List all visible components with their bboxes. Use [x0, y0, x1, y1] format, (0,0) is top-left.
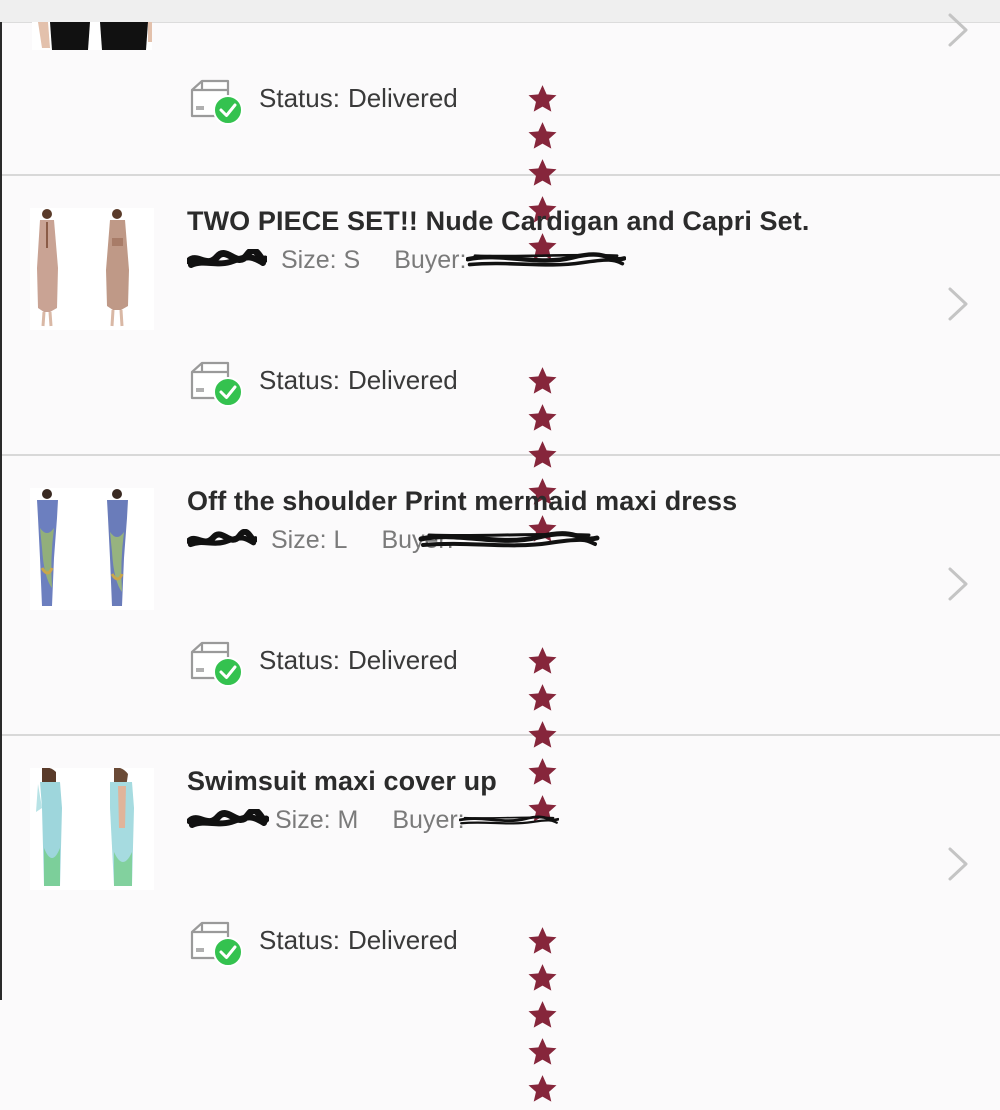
item-size: Size: L [271, 526, 348, 554]
delivered-box-icon [188, 78, 244, 126]
star-icon [526, 1073, 559, 1105]
star-icon [526, 925, 559, 957]
redacted-buyer [414, 529, 604, 553]
item-size: Size: S [281, 246, 361, 274]
order-row[interactable]: Off the shoulder Print mermaid maxi dres… [2, 456, 1000, 736]
status-label: Status: [259, 365, 340, 395]
product-thumbnail [30, 208, 154, 330]
status-value: Delivered [347, 925, 458, 955]
redacted-price [187, 809, 269, 833]
buyer-label: Buyer: [394, 246, 467, 274]
product-thumbnail [30, 488, 154, 610]
delivered-box-icon [188, 640, 244, 688]
redacted-buyer [466, 249, 626, 273]
star-icon [526, 962, 559, 994]
star-icon [526, 120, 559, 152]
star-icon [526, 402, 559, 434]
chevron-right-icon[interactable] [946, 846, 970, 882]
star-icon [526, 682, 559, 714]
star-icon [526, 1036, 559, 1068]
item-title: TWO PIECE SET!! Nude Cardigan and Capri … [187, 206, 810, 236]
rating-stars [526, 83, 562, 115]
rating-stars [526, 645, 562, 677]
order-row[interactable]: TWO PIECE SET!! Nude Cardigan and Capri … [2, 176, 1000, 456]
status-label: Status: [259, 925, 340, 955]
delivered-box-icon [188, 920, 244, 968]
item-meta: Size: L Buyer: [187, 526, 604, 555]
chevron-right-icon[interactable] [946, 12, 970, 48]
star-icon [526, 645, 559, 677]
status-value: Delivered [347, 645, 458, 675]
status-value: Delivered [347, 83, 458, 113]
buyer-label: Buyer: [392, 806, 465, 834]
top-status-bar [0, 0, 1000, 23]
item-size: Size: M [275, 806, 359, 834]
chevron-right-icon[interactable] [946, 286, 970, 322]
redacted-price [187, 249, 267, 273]
product-thumbnail [30, 768, 154, 890]
order-row[interactable]: Swimsuit maxi cover up Size: M Buyer: Sta… [2, 736, 1000, 1000]
rating-stars [526, 925, 562, 957]
star-icon [526, 83, 559, 115]
status-value: Delivered [347, 365, 458, 395]
star-icon [526, 365, 559, 397]
chevron-right-icon[interactable] [946, 566, 970, 602]
order-row[interactable]: Status: Delivered [2, 22, 1000, 176]
redacted-price [187, 529, 257, 553]
star-icon [526, 999, 559, 1031]
rating-stars [526, 365, 562, 397]
item-meta: Size: S Buyer: [187, 246, 626, 275]
item-title: Off the shoulder Print mermaid maxi dres… [187, 486, 738, 516]
item-title: Swimsuit maxi cover up [187, 766, 497, 796]
redacted-buyer [459, 809, 559, 833]
delivered-box-icon [188, 360, 244, 408]
product-thumbnail [32, 22, 152, 50]
status-label: Status: [259, 645, 340, 675]
item-meta: Size: M Buyer: [187, 806, 559, 835]
status-label: Status: [259, 83, 340, 113]
